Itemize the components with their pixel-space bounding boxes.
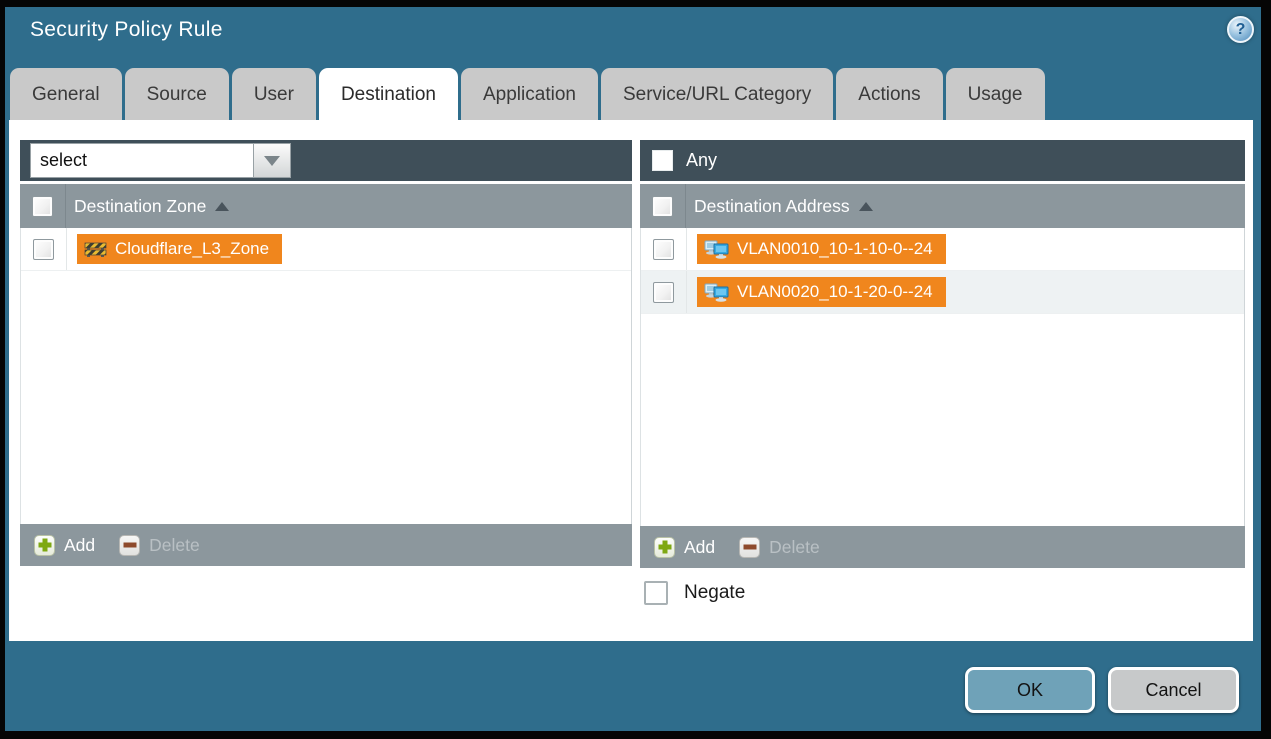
cancel-button[interactable]: Cancel bbox=[1108, 667, 1239, 713]
destination-tab-content: Destination Zone bbox=[9, 120, 1253, 641]
address-row-label: VLAN0020_10-1-20-0--24 bbox=[737, 282, 933, 302]
help-icon[interactable]: ? bbox=[1227, 16, 1254, 43]
dialog-title: Security Policy Rule bbox=[30, 18, 223, 42]
address-delete-label: Delete bbox=[769, 537, 820, 558]
zone-add-button[interactable]: Add bbox=[34, 535, 95, 556]
negate-label: Negate bbox=[684, 582, 745, 604]
zone-row[interactable]: Cloudflare_L3_Zone bbox=[21, 228, 631, 271]
address-row[interactable]: VLAN0010_10-1-10-0--24 bbox=[641, 228, 1244, 271]
zone-column-header[interactable]: Destination Zone bbox=[20, 184, 632, 228]
address-row-checkbox[interactable] bbox=[653, 282, 674, 303]
minus-icon bbox=[739, 537, 760, 558]
zone-add-label: Add bbox=[64, 535, 95, 556]
plus-icon bbox=[654, 537, 675, 558]
tab-user[interactable]: User bbox=[232, 68, 316, 120]
zone-delete-label: Delete bbox=[149, 535, 200, 556]
address-footer-bar: Add Delete bbox=[640, 526, 1245, 568]
address-chip[interactable]: VLAN0020_10-1-20-0--24 bbox=[697, 277, 946, 307]
sort-asc-icon bbox=[859, 202, 873, 211]
tab-general[interactable]: General bbox=[10, 68, 122, 120]
zone-select-input[interactable] bbox=[30, 143, 254, 178]
zone-chip[interactable]: Cloudflare_L3_Zone bbox=[77, 234, 282, 264]
any-bar: Any bbox=[640, 140, 1245, 181]
any-checkbox[interactable] bbox=[652, 150, 673, 171]
address-row[interactable]: VLAN0020_10-1-20-0--24 bbox=[641, 271, 1244, 314]
chevron-down-icon bbox=[264, 156, 280, 166]
zone-footer-bar: Add Delete bbox=[20, 524, 632, 566]
address-column-label: Destination Address bbox=[694, 196, 850, 217]
tab-bar: General Source User Destination Applicat… bbox=[10, 68, 1045, 120]
network-icon bbox=[704, 283, 729, 302]
zone-list: Cloudflare_L3_Zone bbox=[20, 228, 632, 524]
zone-select-dropdown-button[interactable] bbox=[254, 143, 291, 178]
tab-actions[interactable]: Actions bbox=[836, 68, 942, 120]
zone-select-all-checkbox[interactable] bbox=[32, 196, 53, 217]
address-list: VLAN0010_10-1-10-0--24 bbox=[640, 228, 1245, 526]
address-column-header[interactable]: Destination Address bbox=[640, 184, 1245, 228]
zone-icon bbox=[84, 241, 107, 258]
destination-zone-panel: Destination Zone bbox=[20, 140, 632, 566]
network-icon bbox=[704, 240, 729, 259]
tab-destination[interactable]: Destination bbox=[319, 68, 458, 120]
zone-select bbox=[30, 143, 291, 178]
any-label: Any bbox=[686, 150, 717, 171]
zone-column-label: Destination Zone bbox=[74, 196, 206, 217]
destination-address-panel: Any Destination Address bbox=[640, 140, 1245, 568]
address-row-label: VLAN0010_10-1-10-0--24 bbox=[737, 239, 933, 259]
address-add-button[interactable]: Add bbox=[654, 537, 715, 558]
negate-checkbox[interactable] bbox=[644, 581, 668, 605]
address-row-checkbox[interactable] bbox=[653, 239, 674, 260]
address-delete-button[interactable]: Delete bbox=[715, 537, 820, 558]
ok-button[interactable]: OK bbox=[965, 667, 1095, 713]
negate-row: Negate bbox=[644, 581, 745, 605]
sort-asc-icon bbox=[215, 202, 229, 211]
tab-usage[interactable]: Usage bbox=[946, 68, 1045, 120]
tab-source[interactable]: Source bbox=[125, 68, 229, 120]
zone-row-checkbox[interactable] bbox=[33, 239, 54, 260]
zone-row-label: Cloudflare_L3_Zone bbox=[115, 239, 269, 259]
zone-delete-button[interactable]: Delete bbox=[95, 535, 200, 556]
tab-service-url-category[interactable]: Service/URL Category bbox=[601, 68, 833, 120]
address-select-all-checkbox[interactable] bbox=[652, 196, 673, 217]
plus-icon bbox=[34, 535, 55, 556]
address-chip[interactable]: VLAN0010_10-1-10-0--24 bbox=[697, 234, 946, 264]
zone-filter-bar bbox=[20, 140, 632, 181]
minus-icon bbox=[119, 535, 140, 556]
address-add-label: Add bbox=[684, 537, 715, 558]
security-policy-rule-dialog: Security Policy Rule ? General Source Us… bbox=[0, 0, 1271, 739]
tab-application[interactable]: Application bbox=[461, 68, 598, 120]
